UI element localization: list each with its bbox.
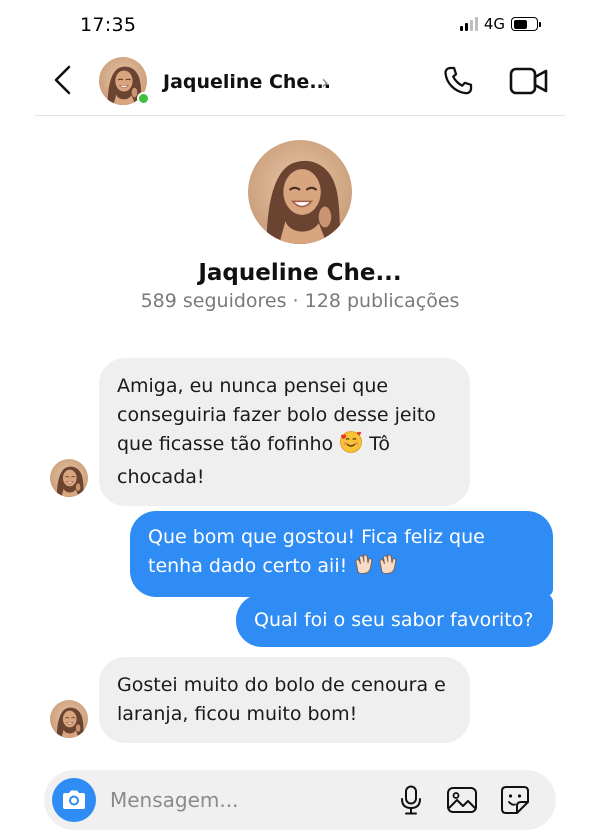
back-button[interactable] [51, 64, 75, 96]
message-incoming[interactable]: Gostei muito do bolo de cenoura e laranj… [99, 657, 470, 743]
image-icon [447, 787, 477, 813]
message-avatar[interactable] [50, 459, 88, 497]
status-indicators: 4G [459, 15, 541, 33]
chat-header: Jaqueline Che... › [35, 50, 565, 116]
camera-button[interactable] [52, 778, 96, 822]
chevron-right-icon[interactable]: › [321, 70, 329, 94]
video-call-button[interactable] [509, 66, 549, 96]
clapping-hands-icon [353, 552, 401, 585]
message-text: Que bom que gostou! Fica feliz que tenha… [148, 526, 485, 577]
profile-avatar[interactable] [248, 140, 352, 244]
signal-icon [459, 17, 478, 31]
network-label: 4G [483, 15, 505, 33]
message-text: Qual foi o seu sabor favorito? [254, 609, 534, 631]
phone-icon [444, 66, 473, 95]
gallery-button[interactable] [446, 786, 478, 814]
profile-name: Jaqueline Che... [198, 260, 402, 286]
message-outgoing[interactable]: Que bom que gostou! Fica feliz que tenha… [130, 511, 553, 597]
microphone-icon [401, 785, 421, 815]
message-composer [44, 770, 556, 830]
camera-icon [63, 790, 85, 809]
message-text: Gostei muito do bolo de cenoura e laranj… [117, 674, 446, 725]
message-incoming[interactable]: Amiga, eu nunca pensei que conseguiria f… [99, 358, 470, 506]
back-icon [54, 65, 71, 95]
message-input[interactable] [110, 784, 380, 816]
sticker-icon [501, 786, 529, 814]
profile-stats: 589 seguidores · 128 publicações [140, 290, 460, 312]
online-indicator [137, 92, 150, 105]
microphone-button[interactable] [400, 785, 422, 815]
video-camera-icon [509, 67, 548, 95]
call-button[interactable] [441, 64, 475, 98]
status-time: 17:35 [80, 14, 137, 36]
message-outgoing[interactable]: Qual foi o seu sabor favorito? [236, 594, 553, 647]
contact-name[interactable]: Jaqueline Che... [163, 71, 331, 93]
battery-icon [511, 17, 541, 31]
message-avatar[interactable] [50, 700, 88, 738]
smiling-face-with-hearts-icon [339, 430, 363, 463]
sticker-button[interactable] [500, 785, 530, 815]
status-bar: 17:35 4G [0, 0, 600, 48]
